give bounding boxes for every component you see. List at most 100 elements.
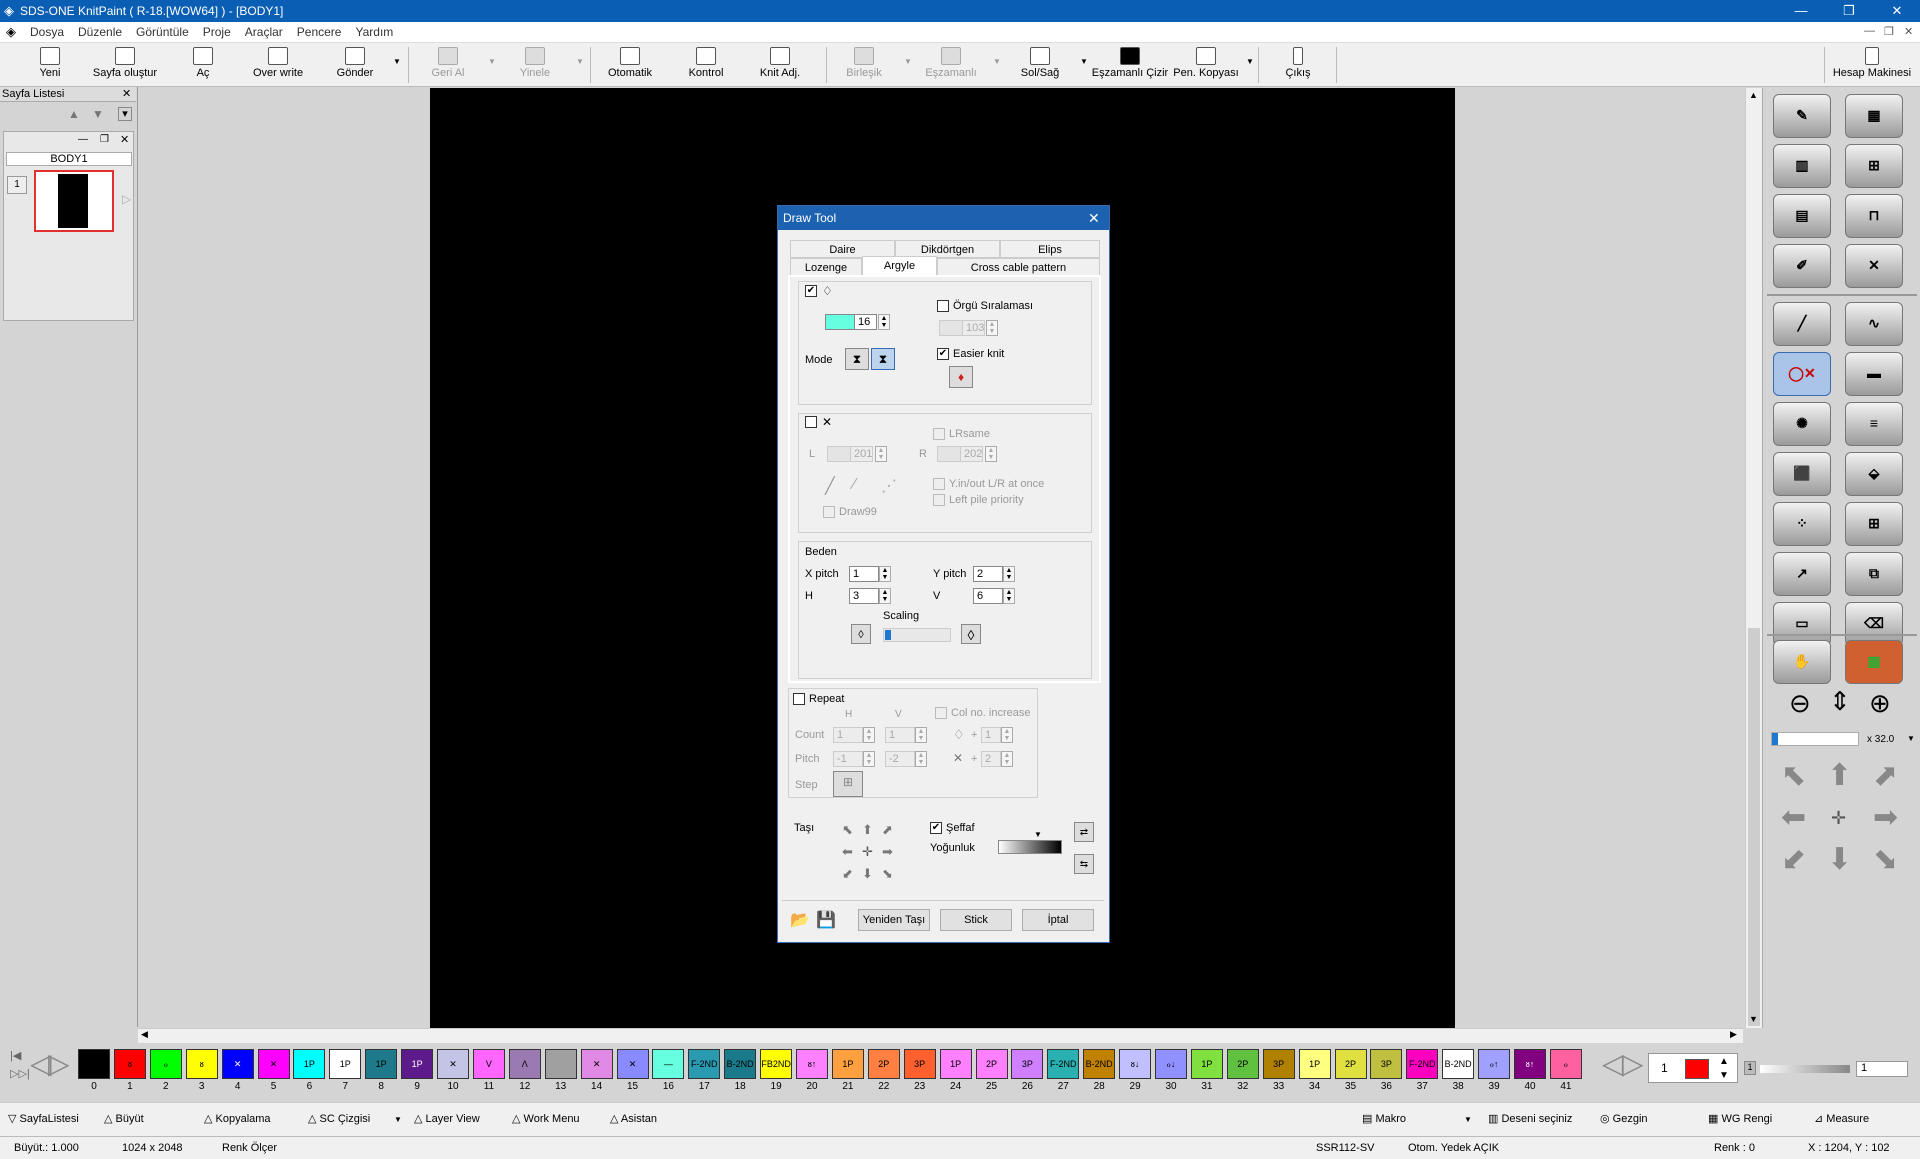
palette-swatch-28[interactable]: B-2ND [1083, 1049, 1116, 1079]
simultaneous-button[interactable]: Eşzamanlı [922, 45, 980, 85]
app-menu-icon[interactable]: ◈ [6, 24, 16, 40]
cross-increment-input[interactable]: 2 [981, 751, 1001, 767]
palette-swatch-0[interactable] [78, 1049, 110, 1079]
sc-line-toggle[interactable]: △ SC Çizgisi [308, 1112, 370, 1125]
y-pitch-input[interactable]: 2 [973, 566, 1003, 582]
mdi-minimize-icon[interactable]: — [1864, 25, 1875, 37]
palette-swatch-40[interactable]: ᴕ↑ [1514, 1049, 1546, 1079]
simultaneous-draw-button[interactable]: Eşzamanlı Çizir [1090, 45, 1170, 85]
palette-swatch-14[interactable]: ✕ [580, 1049, 613, 1079]
tab-lozenge[interactable]: Lozenge [790, 258, 862, 276]
move-left-icon[interactable]: ⬅ [1781, 800, 1806, 835]
zoom-slider-thumb[interactable] [1772, 733, 1778, 745]
create-page-button[interactable]: Sayfa oluştur [88, 45, 162, 85]
menu-pencere[interactable]: Pencere [297, 25, 342, 39]
mdi-restore-icon[interactable]: ❐ [1884, 25, 1894, 38]
mode-option-2[interactable]: ⧗ [871, 348, 895, 370]
zoom-out-icon[interactable]: ⊖ [1789, 688, 1811, 719]
iptal-button[interactable]: İptal [1022, 909, 1094, 931]
line-dotted-icon[interactable]: ⋰ [881, 476, 897, 496]
v-spinner[interactable]: ▲ ▼ [1003, 588, 1015, 604]
r-number-input[interactable]: 202 [961, 446, 983, 462]
nudge-right-icon[interactable]: ➡ [882, 844, 893, 860]
nudge-center-icon[interactable]: ✛ [862, 844, 873, 860]
repeat-checkbox[interactable] [793, 693, 805, 705]
tab-cross-cable[interactable]: Cross cable pattern [937, 258, 1100, 276]
scroll-right-icon[interactable]: ▶ [1730, 1029, 1737, 1040]
scroll-vertical-icon[interactable]: ⇕ [1829, 686, 1851, 717]
cross-checkbox[interactable] [805, 416, 817, 428]
center-icon[interactable]: ✛ [1831, 808, 1846, 829]
copy-toggle[interactable]: △ Kopyalama [204, 1112, 271, 1125]
pane-close-icon[interactable]: ✕ [120, 133, 129, 146]
knit-adj-button[interactable]: Knit Adj. [756, 45, 804, 85]
palette-swatch-20[interactable]: ᴕ↑ [796, 1049, 828, 1079]
palette-swatch-11[interactable]: V [472, 1049, 505, 1079]
books-tool[interactable]: ▥ [1773, 144, 1831, 188]
palette-swatch-33[interactable]: 3P [1262, 1049, 1295, 1079]
palette-swatch-17[interactable]: F-2ND [688, 1049, 721, 1079]
palette-swatch-9[interactable]: 1P [401, 1049, 434, 1079]
color-number-input[interactable]: 16 [855, 314, 877, 330]
move-down-icon-2[interactable]: ⬇ [1827, 842, 1852, 877]
palette-swatch-10[interactable]: ✕ [437, 1049, 469, 1079]
palette-swatch-23[interactable]: 3P [903, 1049, 936, 1079]
diamond-checkbox[interactable]: ✔ [805, 285, 817, 297]
palette-swatch-29[interactable]: ᴕ↓ [1119, 1049, 1152, 1079]
palette-swatch-5[interactable]: ✕ [257, 1049, 290, 1079]
hand-tool[interactable]: ✋ [1773, 640, 1831, 684]
menu-proje[interactable]: Proje [203, 25, 231, 39]
palette-swatch-13[interactable] [544, 1049, 577, 1079]
move-up-right-icon[interactable]: ⬈ [1873, 758, 1898, 793]
measure-button[interactable]: ⊿ Measure [1814, 1112, 1869, 1125]
combined-dropdown-icon[interactable]: ▼ [904, 57, 912, 66]
transfer-button-1[interactable]: ⇄ [1074, 822, 1094, 842]
transfer-button-2[interactable]: ⇆ [1074, 854, 1094, 874]
cross-increment-spinner[interactable]: ▲ ▼ [1001, 751, 1013, 767]
stick-button[interactable]: Stick [940, 909, 1012, 931]
pen-tool[interactable]: ✎ [1773, 94, 1831, 138]
palette-scroll-right-icon[interactable]: ▷ [1622, 1047, 1644, 1080]
zoom-toggle[interactable]: △ Büyüt [104, 1112, 144, 1125]
scroll-thumb[interactable] [1748, 628, 1760, 1026]
calculator-button[interactable]: Hesap Makinesi [1830, 45, 1914, 85]
palette-swatch-21[interactable]: 1P [831, 1049, 864, 1079]
auto-button[interactable]: Otomatik [604, 45, 656, 85]
y-pitch-spinner[interactable]: ▲ ▼ [1003, 566, 1015, 582]
palette-swatch-1[interactable]: ᴕ [113, 1049, 146, 1079]
sc-line-dropdown-icon[interactable]: ▼ [394, 1115, 402, 1124]
palette-swatch-16[interactable]: — [652, 1049, 685, 1079]
undo-button[interactable]: Geri Al [425, 45, 471, 85]
r-number-spinner[interactable]: ▲ ▼ [985, 446, 997, 462]
palette-scroll-left-icon[interactable]: ◁ [1602, 1047, 1624, 1080]
nudge-up-right-icon[interactable]: ⬈ [882, 822, 893, 838]
scroll-up-icon[interactable]: ▲ [1749, 90, 1758, 100]
palette-swatch-25[interactable]: 2P [975, 1049, 1008, 1079]
yinout-checkbox[interactable] [933, 478, 945, 490]
left-pile-checkbox[interactable] [933, 494, 945, 506]
easier-knit-settings-button[interactable]: ♦ [949, 366, 973, 388]
minimize-button[interactable]: — [1778, 0, 1824, 22]
easier-knit-checkbox[interactable]: ✔ [937, 348, 949, 360]
nudge-left-icon[interactable]: ⬅ [842, 844, 853, 860]
zoom-slider[interactable] [1771, 732, 1859, 746]
redo-button[interactable]: Yinele [510, 45, 560, 85]
line-tool[interactable]: ╱ [1773, 302, 1831, 346]
horizontal-scrollbar[interactable]: ◀ ▶ [138, 1028, 1743, 1043]
send-dropdown-icon[interactable]: ▼ [393, 57, 401, 66]
layer-view-toggle[interactable]: △ Layer View [414, 1112, 480, 1125]
pane-minimize-icon[interactable]: — [78, 134, 88, 145]
copy-tool[interactable]: ⧉ [1845, 552, 1903, 596]
page-list-close-icon[interactable]: ✕ [122, 87, 131, 100]
work-menu-toggle[interactable]: △ Work Menu [512, 1112, 580, 1125]
palette-swatch-26[interactable]: 3P [1011, 1049, 1044, 1079]
move-down-icon[interactable]: ▼ [92, 107, 104, 121]
bucket-tool[interactable]: ⬙ [1845, 452, 1903, 496]
page-number[interactable]: 1 [7, 176, 27, 194]
menu-araclar[interactable]: Araçlar [245, 25, 283, 39]
pane-restore-icon[interactable]: ❐ [100, 134, 109, 145]
control-button[interactable]: Kontrol [682, 45, 730, 85]
zoom-dropdown-icon[interactable]: ▼ [1907, 734, 1915, 743]
zoom-in-icon[interactable]: ⊕ [1869, 688, 1891, 719]
window-copy-dropdown-icon[interactable]: ▼ [1246, 57, 1254, 66]
